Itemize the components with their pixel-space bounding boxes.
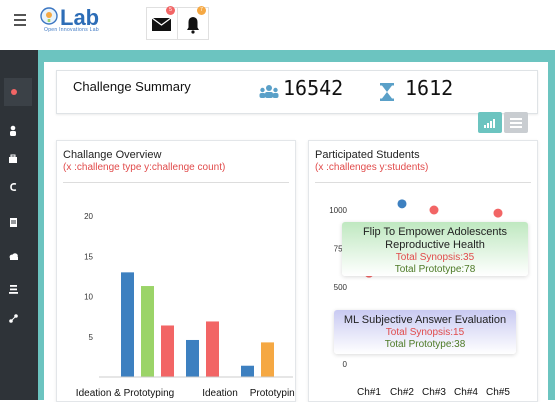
- sidebar: [0, 50, 38, 400]
- tooltip-synopsis: Total Synopsis:15: [385, 327, 465, 338]
- participated-subtitle: (x :challenges y:students): [315, 162, 429, 173]
- y-tick-label: 5: [89, 333, 94, 342]
- sidebar-item-users[interactable]: [4, 117, 32, 145]
- list-icon: [510, 118, 522, 128]
- notifications-button[interactable]: 7: [177, 6, 209, 40]
- y-tick-label: 10: [84, 293, 93, 302]
- user-icon: [10, 125, 16, 136]
- overview-title: Challange Overview: [63, 149, 162, 161]
- network-icon: [9, 314, 18, 323]
- x-tick-label: Ideation & Prototyping: [76, 388, 174, 399]
- logo-subtitle: Open Innovations Lab: [44, 27, 99, 33]
- mail-button[interactable]: 5: [146, 6, 178, 40]
- y-tick-label: 500: [334, 283, 348, 292]
- y-tick-label: 15: [84, 252, 93, 261]
- y-tick-label: 1000: [329, 206, 347, 215]
- hourglass-icon: [380, 83, 394, 101]
- sidebar-item-layers[interactable]: [4, 275, 32, 303]
- bar: [241, 365, 254, 377]
- bell-count-badge: 7: [197, 6, 206, 15]
- participated-students-chart: 02505007501000Ch#1Ch#2Ch#3Ch#4Ch#5: [329, 199, 510, 398]
- users-group-icon: [259, 85, 279, 98]
- x-tick-label: Prototyping: [250, 388, 295, 399]
- bar: [206, 321, 219, 377]
- tooltip-synopsis: Total Synopsis:35: [395, 252, 475, 263]
- layers-icon: [9, 285, 18, 294]
- challenge-overview-card: Challange Overview (x :challenge type y:…: [56, 140, 296, 402]
- tooltip-title: ML Subjective Answer Evaluation: [343, 314, 507, 326]
- briefcase-icon: [9, 154, 17, 163]
- bar: [261, 342, 274, 377]
- sidebar-item-cloud[interactable]: [4, 242, 32, 270]
- divider: [315, 182, 531, 183]
- participated-title: Participated Students: [315, 149, 420, 161]
- tooltip-prototype: Total Prototype:78: [394, 264, 476, 275]
- x-tick-label: Ch#5: [486, 387, 510, 398]
- bar-chart-toggle-button[interactable]: [478, 112, 502, 133]
- list-view-toggle-button[interactable]: [504, 112, 528, 133]
- document-icon: [10, 218, 17, 227]
- chart-tooltip: ML Subjective Answer Evaluation Total Sy…: [334, 310, 516, 354]
- x-tick-label: Ch#1: [357, 387, 381, 398]
- top-bar: Lab Open Innovations Lab 5 7: [0, 0, 555, 51]
- divider: [63, 182, 289, 183]
- x-tick-label: Ch#3: [422, 387, 446, 398]
- data-point: [397, 199, 407, 209]
- sidebar-item-briefcase[interactable]: [4, 145, 32, 173]
- bar: [161, 325, 174, 377]
- record-icon: [11, 89, 17, 95]
- y-tick-label: 0: [343, 360, 348, 369]
- participants-count: 16542: [283, 76, 344, 100]
- sidebar-item-network[interactable]: [4, 304, 32, 332]
- cloud-icon: [9, 253, 18, 260]
- sidebar-item-documents[interactable]: [4, 208, 32, 236]
- bar: [141, 286, 154, 377]
- challenge-overview-chart: 5 10 15 20 Ideation & Prototyping Ideation Pro…: [76, 212, 295, 399]
- bar: [121, 272, 134, 377]
- summary-title: Challenge Summary: [73, 79, 191, 94]
- mail-count-badge: 5: [166, 6, 175, 15]
- sidebar-item-dashboard[interactable]: [4, 78, 32, 106]
- chart-tooltip: Flip To Empower Adolescents Reproductive…: [342, 222, 528, 276]
- challenges-count: 1612: [405, 76, 454, 100]
- tooltip-prototype: Total Prototype:38: [384, 339, 466, 350]
- x-tick-label: Ideation: [202, 388, 238, 399]
- bar-chart-icon: [484, 119, 495, 128]
- sidebar-item-c[interactable]: [4, 173, 32, 201]
- hamburger-menu-icon[interactable]: [14, 14, 26, 29]
- bar: [186, 339, 199, 377]
- x-tick-label: Ch#2: [390, 387, 414, 398]
- challenge-summary-card: Challenge Summary 16542 1612: [56, 70, 538, 114]
- data-point: [429, 205, 439, 215]
- data-point: [493, 208, 503, 218]
- tooltip-title: Flip To Empower Adolescents Reproductive…: [362, 226, 508, 251]
- y-tick-label: 20: [84, 212, 93, 221]
- x-tick-label: Ch#4: [454, 387, 478, 398]
- c-icon: [10, 183, 17, 191]
- overview-subtitle: (x :challenge type y:challenge count): [63, 162, 226, 173]
